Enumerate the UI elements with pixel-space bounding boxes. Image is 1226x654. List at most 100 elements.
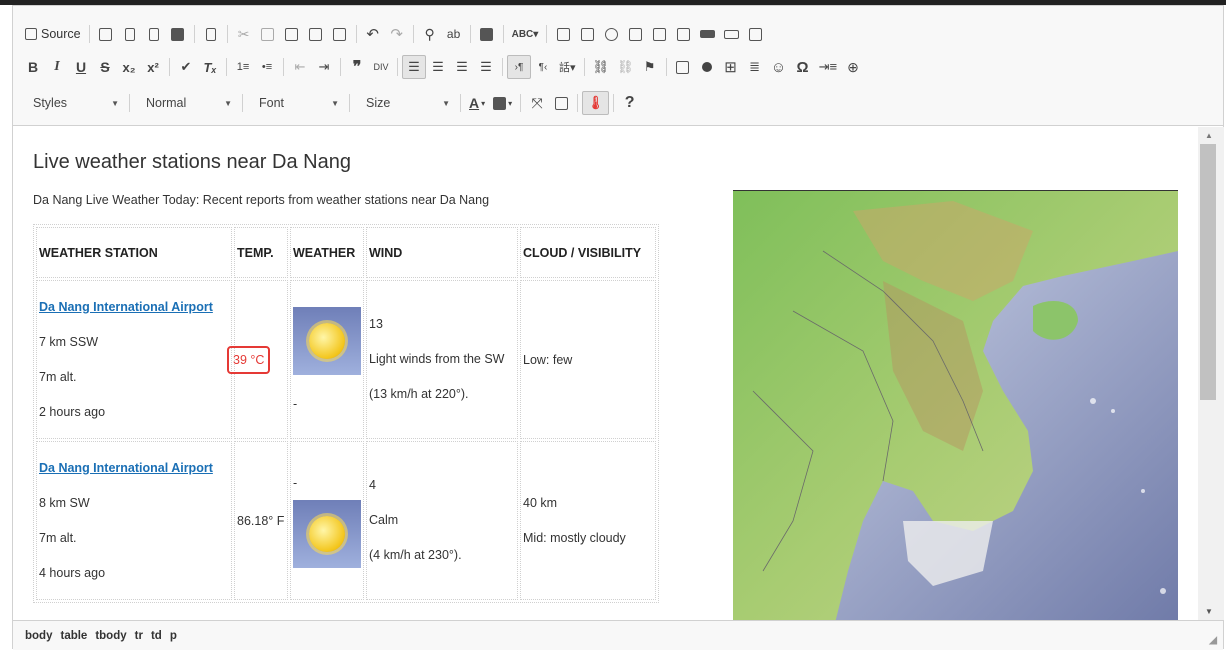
underline-button[interactable]: U (69, 55, 93, 79)
image-button[interactable] (671, 55, 695, 79)
station-link[interactable]: Da Nang International Airport (39, 461, 213, 475)
text-color-button[interactable]: A ▾ (465, 91, 489, 115)
new-page-button[interactable] (118, 22, 142, 46)
rtl-button[interactable]: ¶‹ (531, 55, 555, 79)
copy-button[interactable] (256, 22, 280, 46)
path-item-p[interactable]: p (170, 630, 177, 642)
vertical-scrollbar[interactable]: ▲ ▼ (1198, 127, 1224, 620)
smiley-button[interactable]: ☺ (767, 55, 791, 79)
maximize-button[interactable]: ⤧ (525, 91, 549, 115)
div-icon: DIV (373, 62, 389, 72)
remove-format-button[interactable]: Tₓ (198, 55, 222, 79)
show-blocks-button[interactable] (549, 91, 573, 115)
path-item-tbody[interactable]: tbody (95, 630, 126, 642)
textfield-button[interactable] (623, 22, 647, 46)
form-button[interactable] (551, 22, 575, 46)
cloud-line-1: Low: few (523, 352, 573, 367)
toolbar-separator (349, 94, 350, 112)
weather-plugin-button[interactable]: 🌡 (582, 91, 609, 115)
select-field-button[interactable] (671, 22, 695, 46)
scrollbar-thumb[interactable] (1200, 144, 1216, 400)
strike-button[interactable]: S (93, 55, 117, 79)
unlink-button[interactable]: ⛓ (613, 55, 638, 79)
styles-dropdown[interactable]: Styles ▼ (21, 91, 125, 115)
replace-button[interactable]: ab (442, 22, 466, 46)
anchor-button[interactable]: ⚑ (638, 55, 662, 79)
bold-button[interactable]: B (21, 55, 45, 79)
help-button[interactable]: ? (618, 91, 642, 115)
form-button-button[interactable] (695, 22, 719, 46)
unlink-icon: ⛓ (617, 59, 634, 74)
table-row: Da Nang International Airport 8 km SW 7m… (36, 441, 656, 600)
preview-icon (148, 27, 159, 41)
align-left-button[interactable]: ☰ (402, 55, 426, 79)
background-color-button[interactable]: ▾ (489, 91, 516, 115)
textarea-button[interactable] (647, 22, 671, 46)
save-button[interactable] (94, 22, 118, 46)
indent-button[interactable]: ⇥ (312, 55, 336, 79)
paste-word-button[interactable] (328, 22, 352, 46)
blockquote-button[interactable]: ❞ (345, 55, 369, 79)
outdent-button[interactable]: ⇤ (288, 55, 312, 79)
align-center-icon: ☰ (432, 59, 444, 74)
omega-icon: Ω (796, 58, 809, 76)
justify-button[interactable]: ☰ (474, 55, 498, 79)
scroll-up-arrow-icon[interactable]: ▲ (1205, 131, 1213, 140)
horizontal-line-icon: ≣ (749, 59, 761, 74)
station-link[interactable]: Da Nang International Airport (39, 300, 213, 314)
table-button[interactable]: ⊞ (719, 55, 743, 79)
paste-button[interactable] (280, 22, 304, 46)
image-button-button[interactable] (719, 22, 743, 46)
copy-format-button[interactable]: ✔ (174, 55, 198, 79)
editor-content-area[interactable]: Live weather stations near Da Nang Da Na… (13, 127, 1195, 620)
paste-text-button[interactable] (304, 22, 328, 46)
paste-icon (285, 27, 299, 41)
path-item-tr[interactable]: tr (135, 630, 143, 642)
resize-handle-icon[interactable]: ◢ (1209, 635, 1217, 646)
print-button[interactable] (166, 22, 190, 46)
ltr-button[interactable]: ›¶ (507, 55, 531, 79)
scroll-down-arrow-icon[interactable]: ▼ (1205, 607, 1213, 616)
bold-icon: B (27, 59, 39, 75)
subscript-button[interactable]: x₂ (117, 55, 141, 79)
iframe-button[interactable]: ⊕ (841, 55, 865, 79)
special-char-button[interactable]: Ω (791, 55, 815, 79)
path-item-table[interactable]: table (60, 630, 87, 642)
italic-button[interactable]: I (45, 55, 69, 79)
bulleted-list-button[interactable]: •≡ (255, 55, 279, 79)
search-icon: ⚲ (424, 25, 435, 42)
language-button[interactable]: 話▾ (555, 55, 580, 79)
hidden-field-button[interactable] (743, 22, 767, 46)
div-button[interactable]: DIV (369, 55, 393, 79)
page-break-button[interactable]: ⇥≡ (815, 55, 841, 79)
toolbar-separator (469, 25, 471, 43)
find-button[interactable]: ⚲ (418, 22, 442, 46)
cut-button[interactable]: ✂ (232, 22, 256, 46)
flash-button[interactable] (695, 55, 719, 79)
chevron-down-icon: ▼ (442, 98, 450, 108)
undo-button[interactable]: ↶ (361, 22, 385, 46)
path-item-body[interactable]: body (25, 630, 52, 642)
spellcheck-button[interactable]: ABC▾ (508, 22, 543, 46)
redo-button[interactable]: ↷ (385, 22, 409, 46)
templates-button[interactable] (199, 22, 223, 46)
font-dropdown[interactable]: Font ▼ (247, 91, 345, 115)
format-dropdown[interactable]: Normal ▼ (134, 91, 238, 115)
preview-button[interactable] (142, 22, 166, 46)
form-icon (556, 27, 570, 41)
checkbox-button[interactable] (575, 22, 599, 46)
align-center-button[interactable]: ☰ (426, 55, 450, 79)
select-all-button[interactable] (475, 22, 499, 46)
superscript-button[interactable]: x² (141, 55, 165, 79)
size-dropdown[interactable]: Size ▼ (354, 91, 456, 115)
link-button[interactable]: ⛓ (589, 55, 614, 79)
numbered-list-button[interactable]: 1≡ (231, 55, 255, 79)
subscript-icon: x₂ (122, 59, 136, 75)
source-button[interactable]: Source (21, 22, 85, 46)
path-item-td[interactable]: td (151, 630, 162, 642)
horizontal-line-button[interactable]: ≣ (743, 55, 767, 79)
numbered-list-icon: 1≡ (236, 61, 250, 73)
radio-button[interactable] (599, 22, 623, 46)
radio-icon (604, 27, 618, 41)
align-right-button[interactable]: ☰ (450, 55, 474, 79)
